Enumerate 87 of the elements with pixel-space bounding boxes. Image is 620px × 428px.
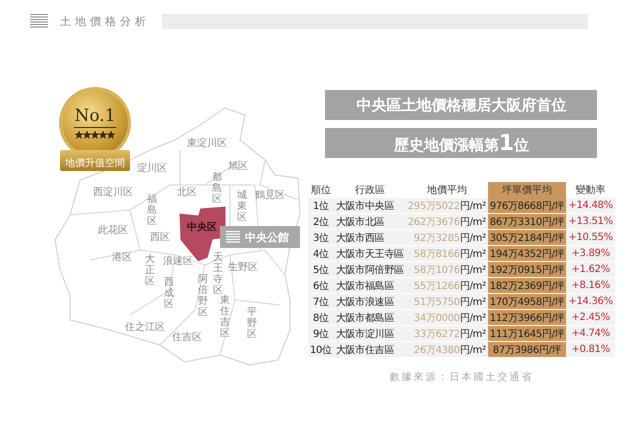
callout-text: 中央公館 (245, 230, 289, 244)
column-header: 行政區 (334, 182, 406, 198)
table-cell: 大阪市浪速區 (334, 294, 406, 310)
table-cell: 111万1645円/坪 (488, 326, 566, 342)
table-cell: 976万8668円/坪 (488, 198, 566, 214)
district-label: 淀川区 (137, 163, 167, 174)
table-cell: 92万3285円/m² (406, 230, 488, 246)
district-label: 住吉区 (172, 332, 202, 343)
table-cell: 2位 (308, 214, 334, 230)
table-cell: +0.81% (566, 342, 615, 358)
district-label: 北区 (177, 187, 197, 198)
column-header: 坪單價平均 (488, 182, 566, 198)
table-cell: 34万0000円/m² (406, 310, 488, 326)
table-cell: 4位 (308, 246, 334, 262)
table-cell: 51万5750円/m² (406, 294, 488, 310)
table-cell: 8位 (308, 310, 334, 326)
table-cell: 大阪市住吉區 (334, 342, 406, 358)
district-label: 西区 (150, 232, 170, 243)
column-header: 變動率 (566, 182, 615, 198)
district-label: 東淀川区 (187, 138, 227, 149)
table-cell: 262万3676円/m² (406, 214, 488, 230)
table-cell: 大阪市淀川區 (334, 326, 406, 342)
table-cell: 305万2184円/坪 (488, 230, 566, 246)
table-cell: 9位 (308, 326, 334, 342)
table-cell: 7位 (308, 294, 334, 310)
table-cell: 194万4352円/坪 (488, 246, 566, 262)
table-cell: +1.62% (566, 262, 615, 278)
table-cell: 6位 (308, 278, 334, 294)
table-cell: +14.36% (566, 294, 615, 310)
district-label: 大正区 (145, 254, 155, 287)
district-label: 都島区 (212, 172, 222, 205)
table-cell: 大阪市北區 (334, 214, 406, 230)
table-cell: 1位 (308, 198, 334, 214)
district-label: 浪速区 (163, 256, 193, 267)
table-cell: 192万0915円/坪 (488, 262, 566, 278)
table-cell: +8.16% (566, 278, 615, 294)
headline-banner: 中央區土地價格穩居大阪府首位 (325, 90, 598, 120)
district-label: 中央区 (187, 222, 217, 233)
source-note: 數據來源：日本國土交通省 (389, 370, 534, 384)
table-cell: 10位 (308, 342, 334, 358)
table-cell: 33万6272円/m² (406, 326, 488, 342)
table-cell: +3.89% (566, 246, 615, 262)
page-title: 土地價格分析 (60, 14, 150, 28)
lines-icon (226, 231, 240, 243)
headline-banner: 歷史地價漲幅第1位 (325, 128, 598, 158)
table-cell: 55万1266円/m² (406, 278, 488, 294)
table-cell: +4.74% (566, 326, 615, 342)
table-cell: +14.48% (566, 198, 615, 214)
district-label: 西成区 (164, 277, 174, 310)
column-header: 順位 (308, 182, 334, 198)
table-cell: +2.45% (566, 310, 615, 326)
district-label: 城東区 (237, 190, 247, 223)
district-label: 旭区 (228, 161, 248, 172)
district-label: 天王寺区 (213, 252, 223, 296)
table-cell: 867万3310円/坪 (488, 214, 566, 230)
table-cell: 大阪市都島區 (334, 310, 406, 326)
table-cell: 大阪市阿倍野區 (334, 262, 406, 278)
column-header: 地價平均 (406, 182, 488, 198)
ribbon-text: 地價升值空間 (65, 158, 125, 169)
district-label: 平野区 (247, 307, 257, 340)
table-cell: 295万5022円/m² (406, 198, 488, 214)
district-label: 西淀川区 (93, 187, 133, 198)
district-label: 港区 (112, 252, 132, 263)
table-cell: 大阪市西區 (334, 230, 406, 246)
district-label: 住之江区 (125, 322, 165, 333)
district-label: 福島区 (147, 194, 157, 227)
table-cell: 182万2369円/坪 (488, 278, 566, 294)
table-cell: 大阪市中央區 (334, 198, 406, 214)
table-cell: 170万4958円/坪 (488, 294, 566, 310)
table-cell: 5位 (308, 262, 334, 278)
district-label: 東住吉区 (220, 295, 230, 339)
district-label: 此花区 (98, 225, 128, 236)
table-cell: 58万8166円/m² (406, 246, 488, 262)
district-label: 生野区 (228, 262, 258, 273)
table-cell: 58万1076円/m² (406, 262, 488, 278)
table-cell: 3位 (308, 230, 334, 246)
table-cell: +13.51% (566, 214, 615, 230)
lines-icon (30, 14, 48, 28)
medal-title: No.1 (74, 108, 116, 128)
district-label: 鶴見区 (255, 190, 285, 201)
table-cell: 26万4380円/m² (406, 342, 488, 358)
table-cell: +10.55% (566, 230, 615, 246)
table-cell: 112万3966円/坪 (488, 310, 566, 326)
table-cell: 大阪市天王寺區 (334, 246, 406, 262)
district-label: 阿倍野区 (198, 274, 208, 318)
table-cell: 87万3986円/坪 (488, 342, 566, 358)
table-cell: 大阪市福島區 (334, 278, 406, 294)
